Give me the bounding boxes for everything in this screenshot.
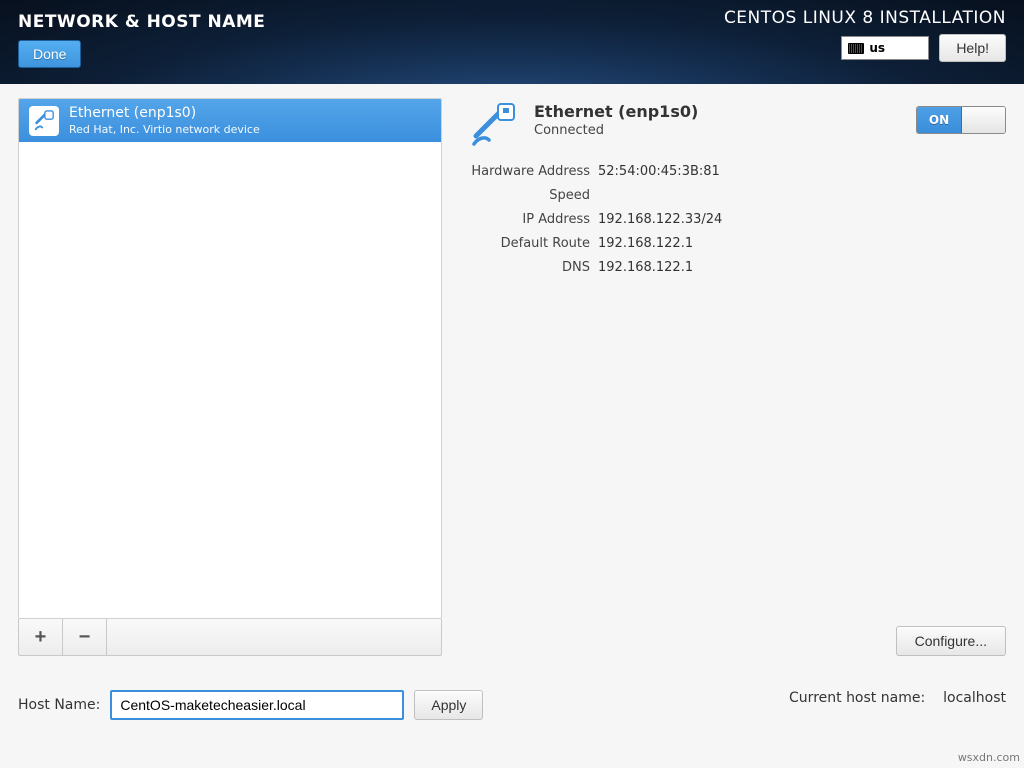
help-button[interactable]: Help!: [939, 34, 1006, 62]
interface-list-toolbar: + −: [18, 619, 442, 656]
prop-value-speed: [598, 188, 1006, 203]
done-button[interactable]: Done: [18, 40, 81, 68]
connection-toggle[interactable]: ON: [916, 106, 1006, 134]
prop-label-ip: IP Address: [470, 212, 590, 227]
interface-details: Ethernet (enp1s0) Connected ON Hardware …: [470, 98, 1006, 656]
prop-label-dns: DNS: [470, 260, 590, 275]
configure-button[interactable]: Configure...: [896, 626, 1006, 656]
prop-value-route: 192.168.122.1: [598, 236, 1006, 251]
keyboard-layout-indicator[interactable]: us: [841, 36, 929, 60]
ethernet-icon: [470, 102, 520, 146]
ethernet-icon: [29, 106, 59, 136]
hostname-input[interactable]: [110, 690, 404, 720]
current-hostname-label: Current host name:: [789, 690, 925, 706]
header-bar: NETWORK & HOST NAME Done CENTOS LINUX 8 …: [0, 0, 1024, 84]
details-interface-name: Ethernet (enp1s0): [534, 102, 698, 121]
details-status: Connected: [534, 123, 698, 138]
prop-label-route: Default Route: [470, 236, 590, 251]
content-area: Ethernet (enp1s0) Red Hat, Inc. Virtio n…: [0, 84, 1024, 768]
header-right: CENTOS LINUX 8 INSTALLATION us Help!: [724, 8, 1006, 62]
toggle-knob: [962, 107, 1005, 133]
add-interface-button[interactable]: +: [19, 619, 63, 655]
prop-value-ip: 192.168.122.33/24: [598, 212, 1006, 227]
interface-list-item[interactable]: Ethernet (enp1s0) Red Hat, Inc. Virtio n…: [19, 99, 441, 142]
remove-interface-button[interactable]: −: [63, 619, 107, 655]
install-title: CENTOS LINUX 8 INSTALLATION: [724, 8, 1006, 28]
current-hostname-value: localhost: [943, 690, 1006, 706]
hostname-label: Host Name:: [18, 697, 100, 713]
watermark: wsxdn.com: [958, 751, 1020, 764]
prop-value-hw: 52:54:00:45:3B:81: [598, 164, 1006, 179]
prop-label-speed: Speed: [470, 188, 590, 203]
interface-list[interactable]: Ethernet (enp1s0) Red Hat, Inc. Virtio n…: [18, 98, 442, 619]
keyboard-icon: [848, 43, 864, 54]
details-properties: Hardware Address 52:54:00:45:3B:81 Speed…: [470, 164, 1006, 275]
keyboard-layout-text: us: [869, 41, 885, 55]
interface-name: Ethernet (enp1s0): [69, 105, 260, 123]
interface-panel: Ethernet (enp1s0) Red Hat, Inc. Virtio n…: [18, 98, 442, 656]
prop-label-hw: Hardware Address: [470, 164, 590, 179]
current-hostname: Current host name: localhost: [789, 690, 1006, 706]
toggle-on-label: ON: [917, 107, 962, 133]
interface-subtitle: Red Hat, Inc. Virtio network device: [69, 123, 260, 137]
prop-value-dns: 192.168.122.1: [598, 260, 1006, 275]
apply-hostname-button[interactable]: Apply: [414, 690, 483, 720]
